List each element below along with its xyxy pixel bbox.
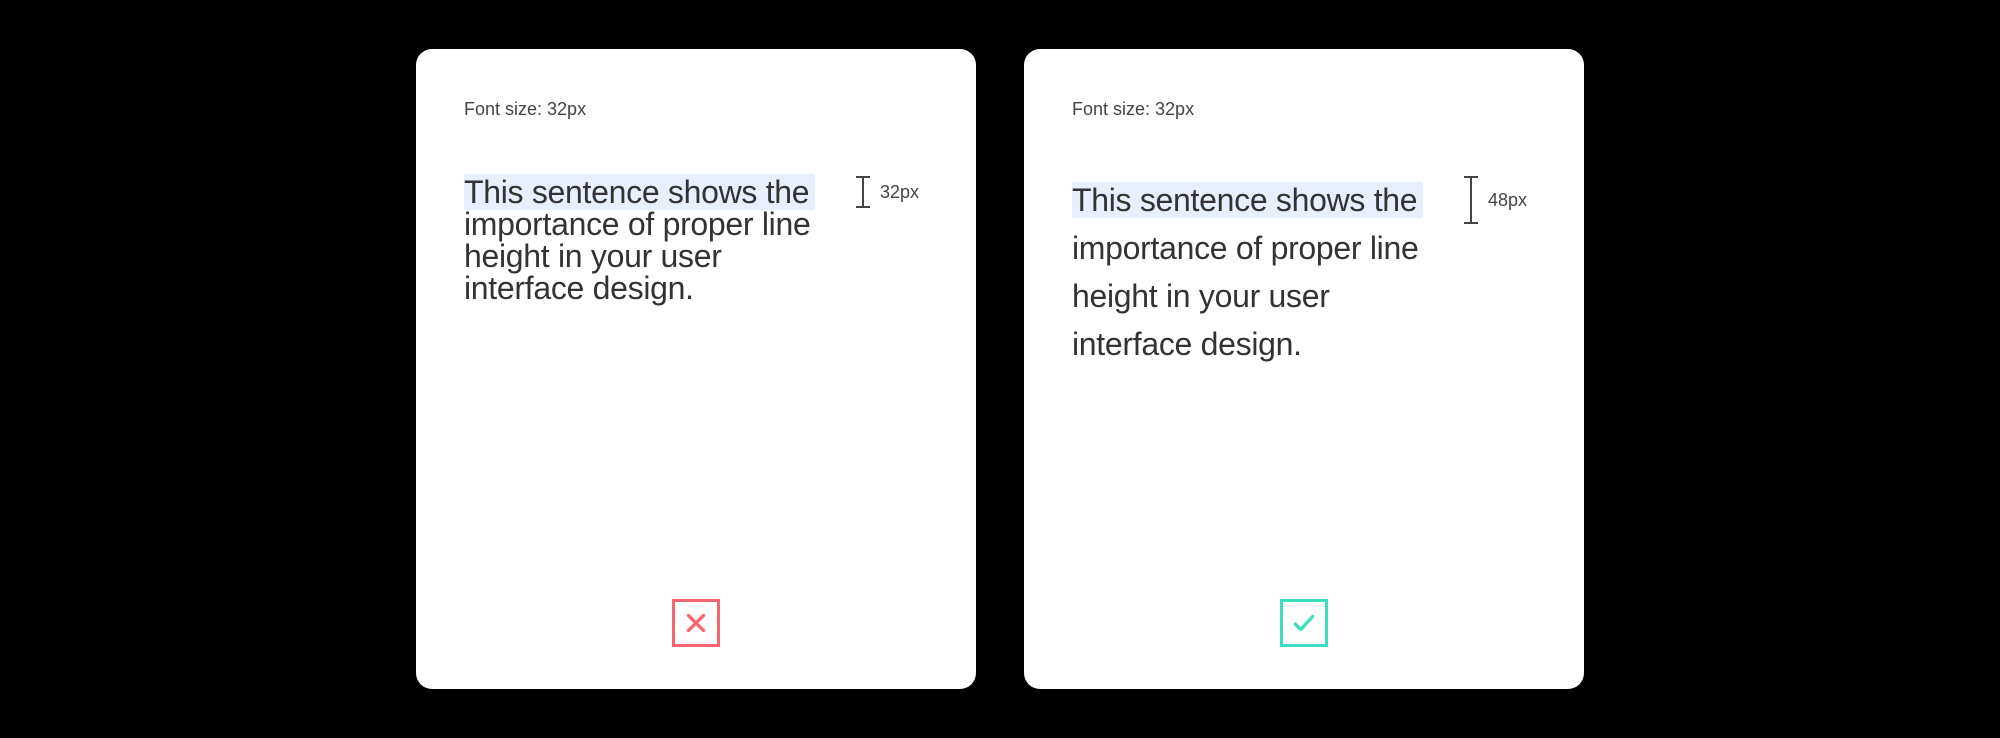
measure-bracket-icon [1464,176,1478,224]
sample-text-rest: importance of proper line height in your… [1072,230,1418,362]
measure-label: 32px [880,182,919,203]
sample-text-tight: This sentence shows the importance of pr… [464,176,844,304]
sample-area: This sentence shows the importance of pr… [464,176,928,304]
sample-area: This sentence shows the importance of pr… [1072,176,1536,368]
font-size-caption: Font size: 32px [464,99,928,120]
highlighted-line: This sentence shows the [464,174,815,210]
line-height-measure: 48px [1464,176,1527,224]
check-icon [1280,599,1328,647]
sample-text-rest: importance of proper line height in your… [464,206,810,306]
cross-icon [672,599,720,647]
sample-text-loose: This sentence shows the importance of pr… [1072,176,1452,368]
highlighted-line: This sentence shows the [1072,182,1423,218]
example-card-bad: Font size: 32px This sentence shows the … [416,49,976,689]
measure-label: 48px [1488,190,1527,211]
example-card-good: Font size: 32px This sentence shows the … [1024,49,1584,689]
measure-bracket-icon [856,176,870,208]
line-height-measure: 32px [856,176,919,208]
font-size-caption: Font size: 32px [1072,99,1536,120]
